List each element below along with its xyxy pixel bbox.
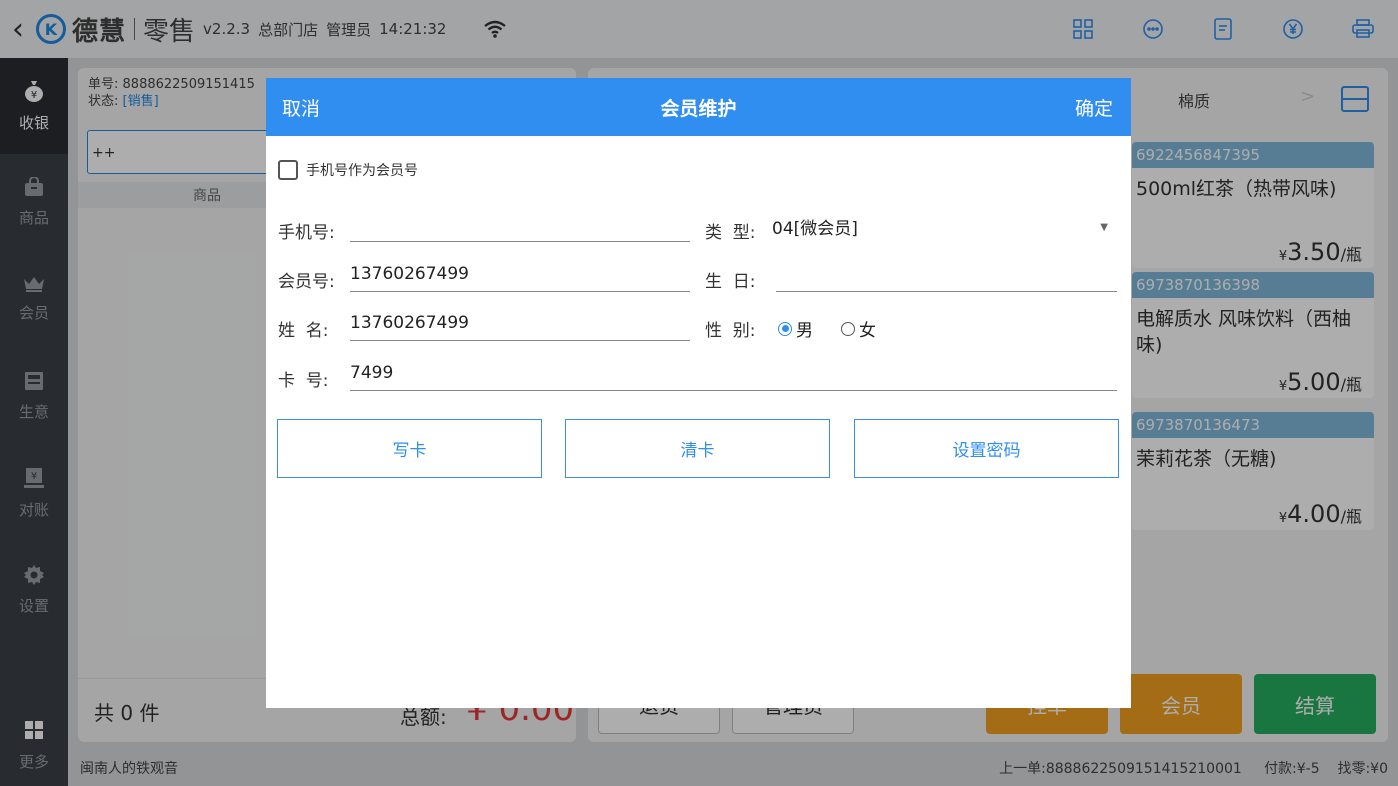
radio-female[interactable]	[841, 321, 855, 336]
set-password-button[interactable]: 设置密码	[854, 419, 1119, 478]
clear-card-button[interactable]: 清卡	[565, 419, 830, 478]
gender-female-option[interactable]: 女	[841, 316, 876, 341]
member-no-input[interactable]	[350, 264, 690, 284]
gender-female-label: 女	[859, 321, 876, 341]
phone-field[interactable]	[350, 212, 690, 242]
dialog-title: 会员维护	[660, 98, 737, 120]
name-input[interactable]	[350, 313, 690, 333]
member-no-label: 会员号:	[278, 272, 335, 292]
card-no-input[interactable]	[350, 363, 1117, 383]
gender-male-label: 男	[796, 321, 813, 341]
radio-male[interactable]	[778, 321, 792, 336]
birthday-input[interactable]	[776, 264, 1117, 284]
cancel-button[interactable]: 取消	[282, 94, 320, 121]
confirm-button[interactable]: 确定	[1075, 94, 1113, 121]
member-maintenance-dialog: 会员维护 取消 确定 手机号作为会员号 手机号: 类 型: 04[微会员] ▼ …	[266, 78, 1131, 708]
phone-label: 手机号:	[278, 223, 335, 243]
member-no-field[interactable]	[350, 262, 690, 292]
write-card-button[interactable]: 写卡	[277, 419, 542, 478]
card-no-field[interactable]	[350, 361, 1117, 391]
gender-radio-group: 男 女	[778, 316, 904, 341]
gender-male-option[interactable]: 男	[778, 316, 813, 341]
member-type-value: 04[微会员]	[772, 219, 858, 239]
dropdown-caret-icon: ▼	[1100, 222, 1108, 233]
member-type-select[interactable]: 04[微会员] ▼	[772, 214, 1118, 242]
phone-as-member-checkbox[interactable]: 手机号作为会员号	[278, 160, 418, 180]
name-field[interactable]	[350, 311, 690, 341]
dialog-header: 会员维护 取消 确定	[266, 78, 1131, 136]
checkbox-label: 手机号作为会员号	[306, 163, 418, 179]
card-no-label: 卡 号:	[278, 371, 329, 391]
birthday-field[interactable]	[776, 262, 1117, 292]
birthday-label: 生 日:	[705, 272, 756, 292]
name-label: 姓 名:	[278, 321, 329, 341]
phone-input[interactable]	[350, 214, 690, 234]
gender-label: 性 别:	[705, 321, 756, 341]
checkbox-box[interactable]	[278, 160, 298, 180]
type-label: 类 型:	[705, 223, 756, 243]
